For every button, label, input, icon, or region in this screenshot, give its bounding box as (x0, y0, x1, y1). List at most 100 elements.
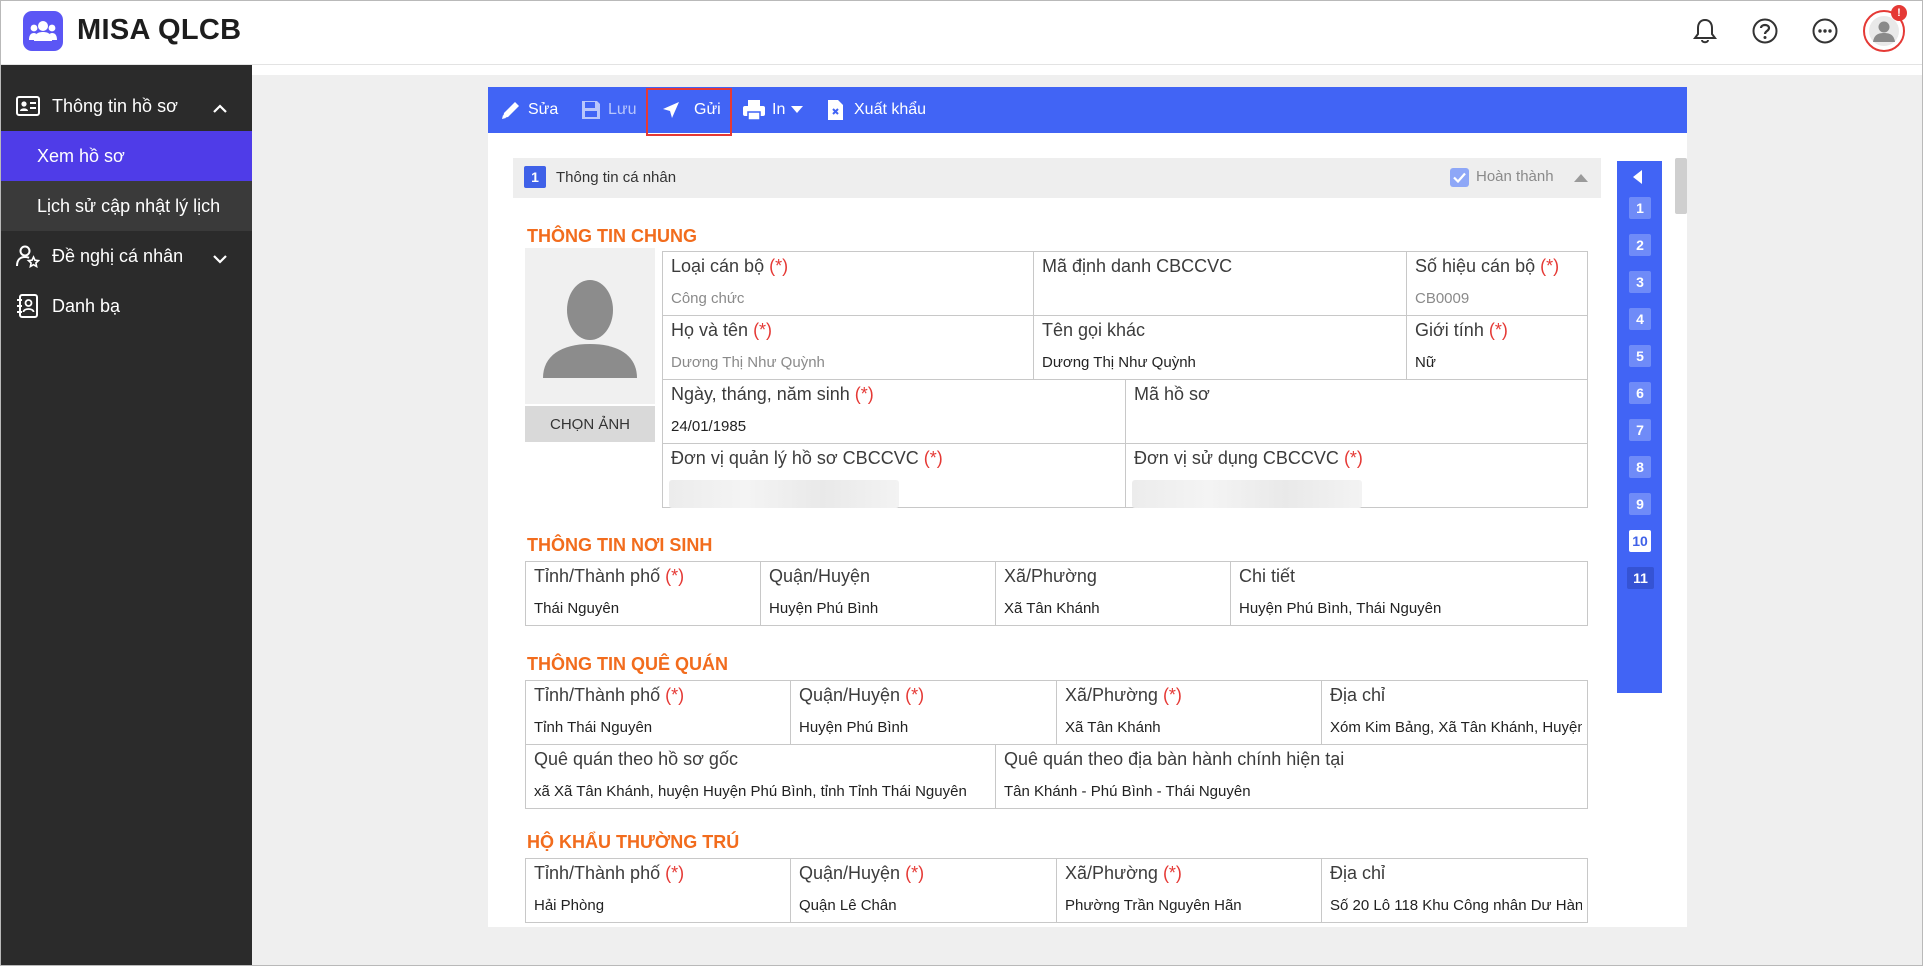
required-mark: (*) (1540, 256, 1560, 276)
chevron-up-icon[interactable] (213, 98, 227, 119)
field-date-of-birth[interactable]: Ngày, tháng, năm sinh (*) 24/01/1985 (662, 379, 1126, 444)
field-hometown-ward[interactable]: Xã/Phường (*) Xã Tân Khánh (1056, 680, 1322, 745)
field-label: Số hiệu cán bộ (1415, 256, 1536, 276)
sidebar-item-view-profile[interactable]: Xem hồ sơ (1, 131, 252, 181)
edit-button[interactable]: Sửa (500, 87, 558, 133)
field-hometown-address[interactable]: Địa chỉ Xóm Kim Bảng, Xã Tân Khánh, Huyệ… (1321, 680, 1588, 745)
print-button[interactable]: In (742, 87, 804, 133)
section-index-4[interactable]: 4 (1629, 308, 1651, 330)
field-value: Nữ (1415, 354, 1436, 371)
field-value: Huyện Phú Bình (799, 719, 909, 736)
field-value: Xã Tân Khánh (1004, 600, 1100, 617)
field-hometown-current[interactable]: Quê quán theo địa bàn hành chính hiện tạ… (995, 744, 1588, 809)
field-using-unit[interactable]: Đơn vị sử dụng CBCCVC (*) (1125, 443, 1588, 508)
field-hometown-province[interactable]: Tỉnh/Thành phố (*) Tỉnh Thái Nguyên (525, 680, 791, 745)
field-birth-district[interactable]: Quận/Huyện Huyện Phú Bình (760, 561, 996, 626)
sidebar: Thông tin hồ sơ Xem hồ sơ Lịch sử cập nh… (1, 65, 252, 965)
section-index-6[interactable]: 6 (1629, 382, 1651, 404)
help-icon[interactable] (1749, 15, 1781, 47)
field-staff-type[interactable]: Loại cán bộ (*) Công chức (662, 251, 1034, 316)
app-logo-icon[interactable] (23, 11, 63, 51)
field-label: Tỉnh/Thành phố (534, 685, 661, 705)
sidebar-item-label: Thông tin hồ sơ (52, 95, 178, 116)
floppy-icon (582, 101, 600, 119)
field-label: Quận/Huyện (799, 685, 901, 705)
chevron-down-icon[interactable] (213, 248, 227, 269)
field-label: Mã định danh CBCCVC (1042, 256, 1233, 276)
field-id-code[interactable]: Mã định danh CBCCVC (1033, 251, 1407, 316)
export-label: Xuất khẩu (854, 101, 927, 118)
required-mark: (*) (1162, 685, 1182, 705)
section-header[interactable]: 1 Thông tin cá nhân Hoàn thành (513, 158, 1601, 198)
section-index-3[interactable]: 3 (1629, 271, 1651, 293)
sidebar-item-update-history[interactable]: Lịch sử cập nhật lý lịch (1, 181, 252, 231)
field-label: Giới tính (1415, 320, 1484, 340)
field-label: Đơn vị sử dụng CBCCVC (1134, 448, 1339, 468)
export-file-icon (828, 100, 843, 120)
field-residence-province[interactable]: Tỉnh/Thành phố (*) Hải Phòng (525, 858, 791, 923)
section-index-9[interactable]: 9 (1629, 493, 1651, 515)
field-alias[interactable]: Tên gọi khác Dương Thị Như Quỳnh (1033, 315, 1407, 380)
required-mark: (*) (1488, 320, 1508, 340)
section-index-5[interactable]: 5 (1629, 345, 1651, 367)
required-mark: (*) (665, 566, 685, 586)
contacts-icon (15, 294, 41, 318)
section-title: Thông tin cá nhân (556, 169, 677, 186)
bell-icon[interactable] (1689, 15, 1721, 47)
field-residence-ward[interactable]: Xã/Phường (*) Phường Trần Nguyên Hãn (1056, 858, 1322, 923)
field-residence-address[interactable]: Địa chỉ Số 20 Lô 118 Khu Công nhân Dư Hà… (1321, 858, 1588, 923)
sidebar-item-profile-info[interactable]: Thông tin hồ sơ (1, 81, 252, 131)
send-button-highlight (646, 88, 732, 136)
field-value: CB0009 (1415, 290, 1470, 307)
choose-photo-button[interactable]: CHỌN ẢNH (525, 406, 655, 442)
field-hometown-original[interactable]: Quê quán theo hồ sơ gốc xã Xã Tân Khánh,… (525, 744, 996, 809)
field-value: Xã Tân Khánh (1065, 719, 1161, 736)
heading-hometown: THÔNG TIN QUÊ QUÁN (527, 654, 728, 674)
blurred-value (669, 480, 899, 508)
field-value: Số 20 Lô 118 Khu Công nhân Dư Hàng Kênh (1330, 897, 1582, 914)
field-birth-detail[interactable]: Chi tiết Huyện Phú Bình, Thái Nguyên (1230, 561, 1588, 626)
collapse-left-icon[interactable] (1633, 170, 1642, 184)
field-hometown-district[interactable]: Quận/Huyện (*) Huyện Phú Bình (790, 680, 1057, 745)
field-managing-unit[interactable]: Đơn vị quản lý hồ sơ CBCCVC (*) (662, 443, 1126, 508)
heading-general-info: THÔNG TIN CHUNG (527, 226, 697, 246)
breadcrumb (252, 65, 1922, 75)
export-button[interactable]: Xuất khẩu (826, 87, 926, 133)
field-value: Tân Khánh - Phú Bình - Thái Nguyên (1004, 783, 1251, 800)
field-label: Địa chỉ (1330, 863, 1386, 883)
sidebar-item-contacts[interactable]: Danh bạ (1, 281, 252, 331)
completed-checkbox[interactable] (1450, 168, 1469, 187)
section-index-2[interactable]: 2 (1629, 234, 1651, 256)
field-label: Loại cán bộ (671, 256, 765, 276)
section-index-1[interactable]: 1 (1629, 197, 1651, 219)
sidebar-item-label: Danh bạ (52, 295, 121, 316)
field-staff-number[interactable]: Số hiệu cán bộ (*) CB0009 (1406, 251, 1588, 316)
field-value: Huyện Phú Bình (769, 600, 879, 617)
field-record-code[interactable]: Mã hồ sơ (1125, 379, 1588, 444)
section-index-10[interactable]: 10 (1629, 530, 1651, 552)
pencil-icon (502, 102, 519, 119)
save-button[interactable]: Lưu (580, 87, 637, 133)
field-birth-province[interactable]: Tỉnh/Thành phố (*) Thái Nguyên (525, 561, 761, 626)
section-index-11[interactable]: 11 (1627, 567, 1654, 589)
field-fullname[interactable]: Họ và tên (*) Dương Thị Như Quỳnh (662, 315, 1034, 380)
section-index-7[interactable]: 7 (1629, 419, 1651, 441)
required-mark: (*) (769, 256, 789, 276)
field-residence-district[interactable]: Quận/Huyện (*) Quận Lê Chân (790, 858, 1057, 923)
field-gender[interactable]: Giới tính (*) Nữ (1406, 315, 1588, 380)
sidebar-item-personal-requests[interactable]: Đề nghị cá nhân (1, 231, 252, 281)
required-mark: (*) (905, 685, 925, 705)
field-label: Đơn vị quản lý hồ sơ CBCCVC (671, 448, 919, 468)
section-index-nav: 1 2 3 4 5 6 7 8 9 10 11 (1617, 161, 1662, 693)
field-birth-ward[interactable]: Xã/Phường Xã Tân Khánh (995, 561, 1231, 626)
required-mark: (*) (905, 863, 925, 883)
section-index-8[interactable]: 8 (1629, 456, 1651, 478)
vertical-scrollbar[interactable] (1675, 158, 1687, 214)
field-label: Mã hồ sơ (1134, 384, 1210, 404)
top-bar: MISA QLCB ! (1, 1, 1922, 65)
field-label: Địa chỉ (1330, 685, 1386, 705)
field-label: Tỉnh/Thành phố (534, 566, 661, 586)
more-icon[interactable] (1809, 15, 1841, 47)
collapse-up-icon[interactable] (1574, 174, 1588, 182)
profile-photo-placeholder (525, 248, 655, 404)
